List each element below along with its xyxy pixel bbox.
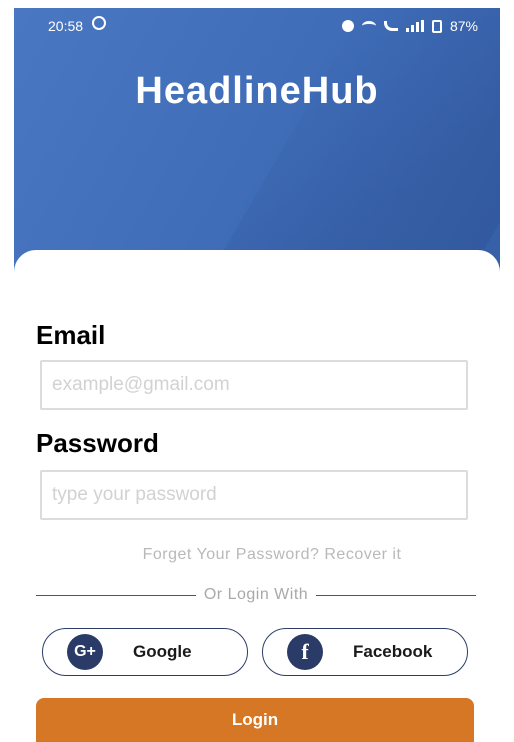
header-banner: 20:58 87% HeadlineHub (14, 8, 500, 278)
app-title: HeadlineHub (135, 70, 379, 112)
recover-password-link[interactable]: Forget Your Password? Recover it (0, 546, 514, 564)
battery-icon (431, 19, 442, 33)
google-login-button[interactable]: G+ Google (42, 628, 248, 676)
email-label: Email (36, 320, 106, 350)
password-label: Password (36, 428, 159, 458)
header-diagonal-decoration (196, 8, 500, 278)
password-field[interactable] (40, 470, 468, 520)
alarm-icon (341, 20, 354, 32)
signal-icon (405, 20, 424, 32)
divider-line-left (36, 594, 196, 596)
login-button[interactable]: Login (36, 698, 474, 742)
google-plus-icon: G+ (67, 634, 103, 670)
or-login-with-text: Or Login With (203, 586, 309, 603)
or-login-divider: Or Login With (36, 584, 476, 606)
facebook-login-button[interactable]: f Facebook (262, 628, 468, 676)
whatsapp-icon (92, 16, 106, 30)
wifi-calling-icon (383, 21, 398, 31)
wifi-icon (361, 21, 376, 31)
facebook-label: Facebook (353, 642, 433, 661)
status-icons: 87% (341, 18, 478, 34)
email-field[interactable] (40, 360, 468, 410)
status-time: 20:58 (48, 18, 84, 34)
facebook-icon: f (287, 634, 323, 670)
status-bar: 20:58 87% (14, 8, 500, 44)
google-label: Google (133, 642, 192, 661)
divider-line-right (316, 594, 476, 596)
battery-percent: 87% (449, 18, 478, 34)
